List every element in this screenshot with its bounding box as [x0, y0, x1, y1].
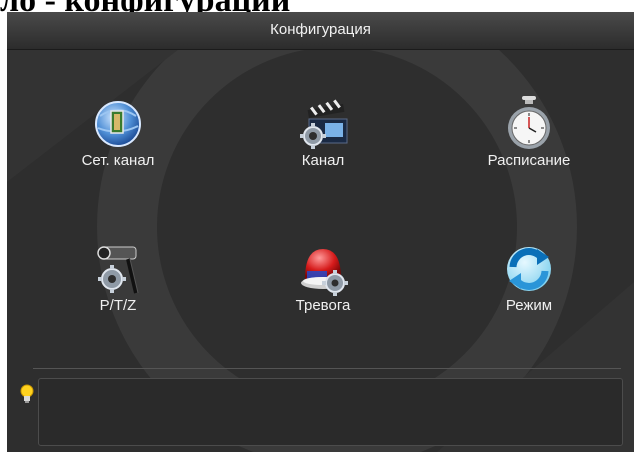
tile-label: Режим — [505, 297, 553, 314]
window-title: Конфигурация — [270, 21, 371, 38]
tile-channel[interactable]: Канал — [248, 96, 398, 186]
configuration-window: Конфигурация Сет. канал Канал Расписание… — [7, 12, 634, 452]
ptz-camera-icon — [97, 246, 139, 294]
stopwatch-icon — [508, 96, 550, 149]
tile-label: Расписание — [487, 152, 571, 169]
alarm-siren-icon — [301, 249, 348, 296]
tile-mode[interactable]: Режим — [454, 241, 604, 331]
tile-network-channel[interactable]: Сет. канал — [43, 96, 193, 186]
channel-clapper-icon — [300, 99, 348, 149]
tile-label: Канал — [301, 152, 345, 169]
refresh-mode-icon — [507, 247, 551, 291]
tile-ptz[interactable]: P/T/Z — [43, 241, 193, 331]
lightbulb-icon — [20, 384, 34, 403]
hint-panel — [38, 378, 623, 446]
title-bar: Конфигурация — [7, 12, 634, 50]
network-icon — [95, 101, 141, 147]
separator — [33, 368, 621, 369]
tile-label: P/T/Z — [99, 297, 137, 314]
tile-alarm[interactable]: Тревога — [248, 241, 398, 331]
tile-schedule[interactable]: Расписание — [454, 96, 604, 186]
tile-label: Сет. канал — [81, 152, 155, 169]
tile-label: Тревога — [295, 297, 351, 314]
